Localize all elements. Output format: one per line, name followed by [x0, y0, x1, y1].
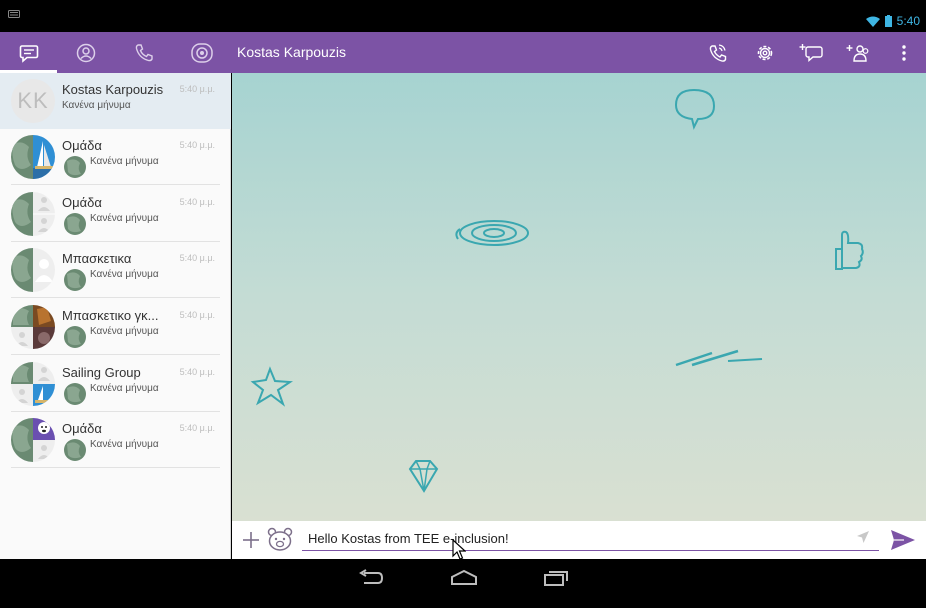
- conversation-time: 5:40 μ.μ.: [179, 197, 215, 207]
- settings-button[interactable]: [750, 32, 780, 73]
- conversation-item[interactable]: Sailing Group 5:40 μ.μ. Κανένα μήνυμα: [0, 356, 231, 412]
- contacts-icon: [76, 43, 96, 62]
- conversation-name: Kostas Karpouzis: [62, 82, 164, 97]
- home-icon[interactable]: [450, 569, 478, 587]
- group-avatar: [11, 248, 55, 292]
- sender-avatar: [64, 269, 86, 291]
- conversation-subtitle: Κανένα μήνυμα: [90, 326, 159, 337]
- conversation-item[interactable]: Μπασκετικα 5:40 μ.μ. Κανένα μήνυμα: [0, 242, 231, 298]
- conversation-item[interactable]: Ομάδα 5:40 μ.μ. Κανένα μήνυμα: [0, 186, 231, 242]
- conversation-subtitle: Κανένα μήνυμα: [62, 100, 131, 111]
- conversation-time: 5:40 μ.μ.: [179, 367, 215, 377]
- swirl-doodle: [455, 220, 529, 246]
- conversation-name: Ομάδα: [62, 138, 102, 153]
- conversation-subtitle: Κανένα μήνυμα: [90, 213, 159, 224]
- sender-avatar: [64, 213, 86, 235]
- divider: [11, 467, 220, 468]
- conversation-item[interactable]: Ομάδα 5:40 μ.μ. Κανένα μήνυμα: [0, 412, 231, 468]
- status-time: 5:40: [896, 14, 920, 28]
- conversation-title: Kostas Karpouzis: [237, 44, 346, 60]
- send-icon[interactable]: [890, 528, 916, 552]
- conversation-subtitle: Κανένα μήνυμα: [90, 383, 159, 394]
- dash-lines-doodle: [675, 349, 763, 367]
- conversation-time: 5:40 μ.μ.: [179, 310, 215, 320]
- group-avatar: [11, 135, 55, 179]
- mouse-cursor-icon: [452, 539, 466, 560]
- new-chat-button[interactable]: [796, 32, 826, 73]
- tab-public[interactable]: [173, 32, 231, 73]
- navigation-bar: [0, 559, 926, 608]
- conversation-time: 5:40 μ.μ.: [179, 84, 215, 94]
- conversation-item[interactable]: Μπασκετικο γκ... 5:40 μ.μ. Κανένα μήνυμα: [0, 299, 231, 355]
- status-bar: 5:40: [0, 0, 926, 32]
- conversation-subtitle: Κανένα μήνυμα: [90, 269, 159, 280]
- add-participant-button[interactable]: [842, 32, 874, 73]
- divider: [11, 184, 220, 185]
- back-icon[interactable]: [358, 569, 384, 587]
- conversation-item[interactable]: Ομάδα 5:40 μ.μ. Κανένα μήνυμα: [0, 129, 231, 185]
- attach-plus-icon[interactable]: [241, 530, 261, 550]
- group-avatar: [11, 418, 55, 462]
- tab-chats[interactable]: [0, 32, 57, 73]
- sender-avatar: [64, 156, 86, 178]
- conversation-time: 5:40 μ.μ.: [179, 423, 215, 433]
- conversation-time: 5:40 μ.μ.: [179, 253, 215, 263]
- message-composer: [232, 521, 926, 559]
- tab-contacts[interactable]: [57, 32, 115, 73]
- app-toolbar: Kostas Karpouzis: [0, 32, 926, 73]
- call-icon: [709, 43, 727, 62]
- keyboard-icon: [8, 10, 20, 18]
- conversation-name: Ομάδα: [62, 421, 102, 436]
- sender-avatar: [64, 439, 86, 461]
- sender-avatar: [64, 383, 86, 405]
- group-avatar: [11, 305, 55, 349]
- group-avatar: [11, 362, 55, 406]
- conversation-name: Ομάδα: [62, 195, 102, 210]
- phone-icon: [135, 43, 153, 61]
- divider: [11, 297, 220, 298]
- conversation-time: 5:40 μ.μ.: [179, 140, 215, 150]
- call-button[interactable]: [703, 32, 733, 73]
- chat-background: [232, 73, 926, 521]
- new-chat-icon: [799, 43, 823, 62]
- diamond-doodle: [408, 460, 439, 493]
- conversation-item[interactable]: KK Kostas Karpouzis 5:40 μ.μ. Κανένα μήν…: [0, 73, 231, 129]
- message-input[interactable]: [302, 527, 879, 551]
- overflow-menu-icon: [902, 44, 906, 61]
- conversation-name: Μπασκετικα: [62, 251, 132, 266]
- add-participant-icon: [846, 44, 869, 62]
- thumbs-up-doodle: [835, 230, 864, 270]
- chat-bubble-icon: [19, 44, 38, 63]
- star-doodle: [250, 366, 294, 407]
- speech-bubble-doodle: [674, 88, 716, 130]
- tab-calls[interactable]: [115, 32, 173, 73]
- public-chats-icon: [191, 42, 213, 63]
- recent-apps-icon[interactable]: [543, 569, 569, 587]
- conversation-subtitle: Κανένα μήνυμα: [90, 156, 159, 167]
- sticker-bear-icon[interactable]: [267, 527, 293, 551]
- conversation-name: Sailing Group: [62, 365, 141, 380]
- conversation-name: Μπασκετικο γκ...: [62, 308, 159, 323]
- battery-icon: [884, 15, 892, 27]
- settings-icon: [757, 45, 773, 60]
- location-arrow-icon[interactable]: [856, 530, 870, 544]
- overflow-menu-button[interactable]: [894, 32, 914, 73]
- avatar: KK: [11, 79, 55, 123]
- divider: [11, 354, 220, 355]
- conversation-subtitle: Κανένα μήνυμα: [90, 439, 159, 450]
- conversation-list: KK Kostas Karpouzis 5:40 μ.μ. Κανένα μήν…: [0, 73, 231, 559]
- sender-avatar: [64, 326, 86, 348]
- wifi-icon: [865, 16, 880, 27]
- group-avatar: [11, 192, 55, 236]
